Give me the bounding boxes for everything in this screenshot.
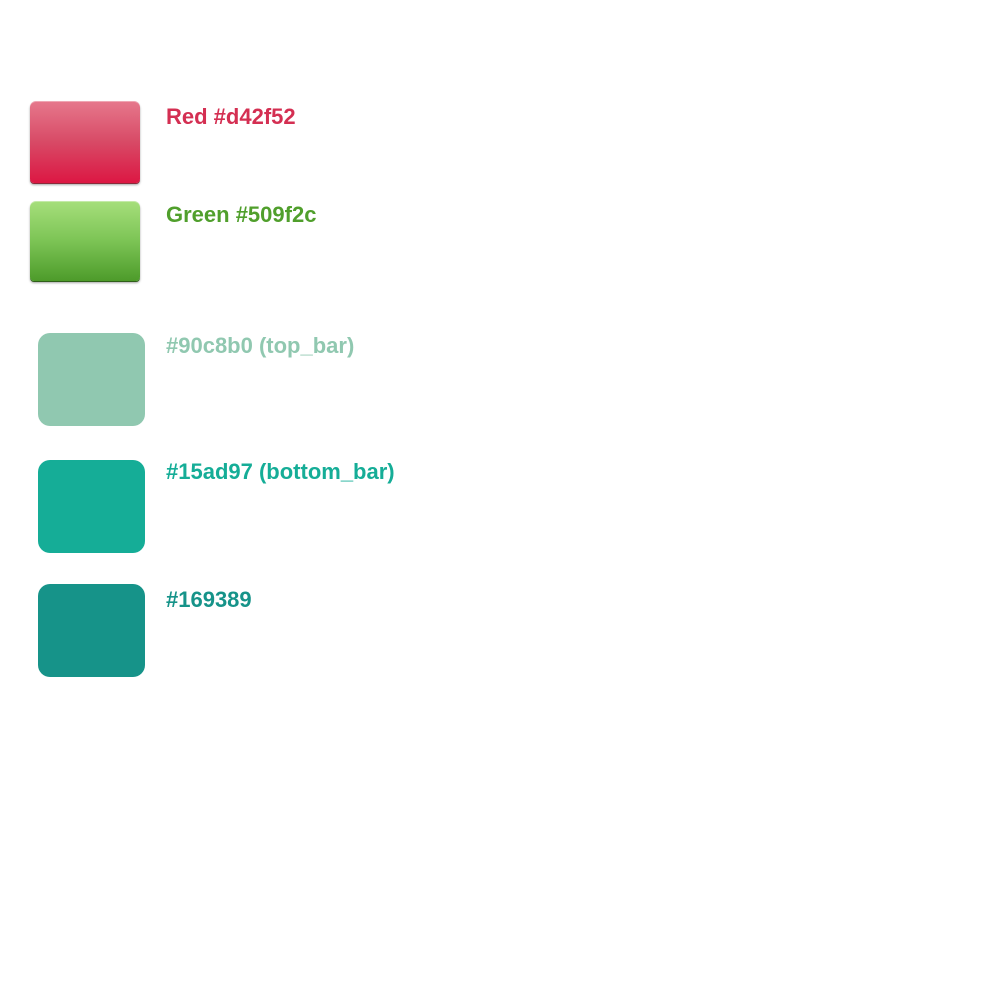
red-swatch (30, 101, 140, 183)
color-palette-page: { "swatches": [ {"id": "red", "label": "… (0, 0, 1000, 1000)
dark-teal-swatch (38, 584, 145, 677)
bottom-bar-swatch (38, 460, 145, 553)
red-swatch-label: Red #d42f52 (166, 104, 296, 129)
top-bar-swatch-label: #90c8b0 (top_bar) (166, 333, 355, 358)
green-swatch (30, 201, 140, 281)
bottom-bar-swatch-label: #15ad97 (bottom_bar) (166, 459, 395, 484)
dark-teal-swatch-label: #169389 (166, 587, 252, 612)
green-swatch-label: Green #509f2c (166, 202, 317, 227)
top-bar-swatch (38, 333, 145, 426)
